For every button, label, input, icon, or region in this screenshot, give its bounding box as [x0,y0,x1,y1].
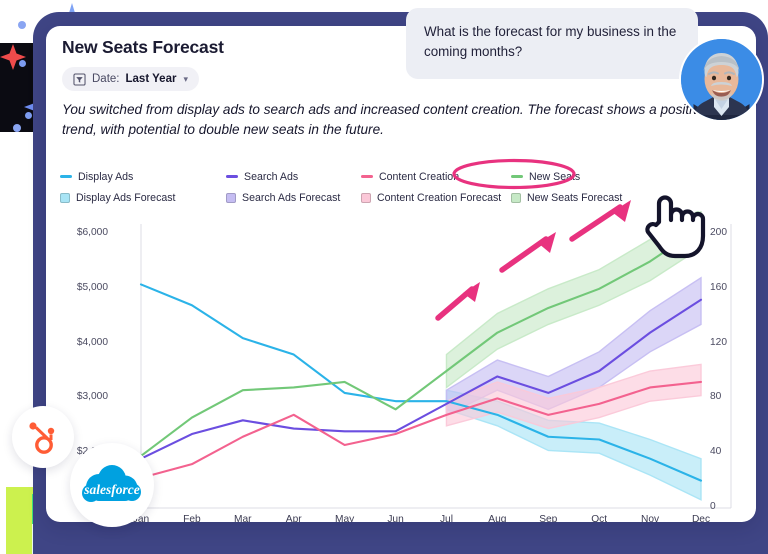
filter-icon [73,72,86,86]
y-axis-right-tick: 160 [710,281,727,293]
trend-arrows [435,200,631,321]
page-title: New Seats Forecast [62,37,224,57]
legend-swatch-line [361,175,373,178]
screenshot-root: New Seats Forecast Date: Last Year ▾ You… [0,0,768,554]
salesforce-logo: salesforce [82,465,141,502]
chat-bubble: What is the forecast for my business in … [406,8,698,79]
legend-label: New Seats [529,170,581,183]
legend-item-search-ads-forecast[interactable]: Search Ads Forecast [226,192,361,204]
date-filter-label: Date: [92,73,120,85]
legend-item-search-ads[interactable]: Search Ads [226,171,361,183]
x-axis-tick: Jul [439,514,453,522]
avatar [679,37,764,122]
x-axis-tick: Apr [285,514,302,522]
legend-item-content-creation[interactable]: Content Creation [361,171,511,183]
legend-label: Search Ads [244,170,299,183]
x-axis-tick: Nov [641,514,660,522]
legend-label: Display Ads [78,170,134,183]
chevron-down-icon: ▾ [183,73,188,84]
x-axis-tick: Mar [234,514,252,522]
legend-swatch-box [361,192,371,203]
y-axis-right-tick: 0 [710,501,716,512]
y-axis-right-tick: 80 [710,391,722,403]
legend-swatch-line [226,175,238,178]
y-axis-left-tick: $4,000 [76,336,108,348]
y-axis-left-tick: $3,000 [76,391,108,403]
x-axis-tick: Dec [691,514,711,522]
date-filter-button[interactable]: Date: Last Year ▾ [62,67,199,91]
hubspot-logo [29,422,55,454]
dot-decor-1 [18,21,26,29]
insight-text: You switched from display ads to search … [62,102,707,137]
date-filter-value: Last Year [125,73,177,85]
legend-swatch-line [60,175,72,178]
legend-swatch-box [226,192,236,203]
hubspot-logo-badge [12,406,74,468]
x-axis-tick: Oct [591,514,608,522]
salesforce-wordmark: salesforce [83,482,139,497]
y-axis-right-tick: 200 [710,227,727,238]
legend-swatch-box [60,192,70,203]
legend-row-lines: Display Ads Search Ads Content Creation … [60,166,740,187]
x-axis-tick: Sep [539,514,558,522]
legend-item-display-ads[interactable]: Display Ads [60,171,226,183]
salesforce-logo-badge: salesforce [70,443,154,527]
legend-label: Display Ads Forecast [76,191,176,204]
legend-item-display-ads-forecast[interactable]: Display Ads Forecast [60,192,226,204]
y-axis-left-tick: $5,000 [76,281,108,293]
legend-label: Search Ads Forecast [242,191,341,204]
x-axis-tick: Jun [387,514,404,522]
x-axis-tick: Feb [183,514,201,522]
chat-message: What is the forecast for my business in … [424,24,677,59]
y-axis-right-tick: 120 [710,336,727,348]
legend-swatch-line [511,175,523,178]
y-axis-left-tick: $6,000 [76,227,108,238]
x-axis-tick: May [335,514,355,522]
legend-item-new-seats[interactable]: New Seats [511,171,671,183]
avatar-image [681,39,762,120]
y-axis-right-tick: 40 [710,446,722,458]
legend-label: Content Creation [379,170,460,183]
x-axis-tick: Aug [488,514,507,522]
